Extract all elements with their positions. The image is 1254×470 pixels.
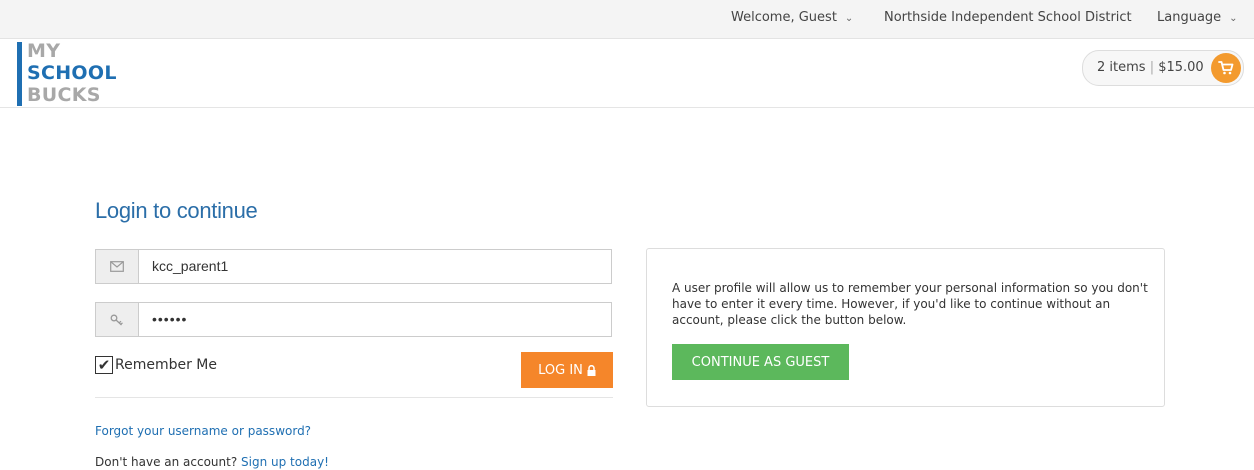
username-input[interactable]: kcc_parent1 xyxy=(152,258,228,274)
page-title: Login to continue xyxy=(95,198,258,223)
cart-separator: | xyxy=(1149,60,1155,75)
welcome-menu[interactable]: Welcome, Guest ⌄ xyxy=(731,10,853,25)
envelope-icon xyxy=(96,250,139,283)
forgot-credentials-link[interactable]: Forgot your username or password? xyxy=(95,424,311,438)
signup-link[interactable]: Sign up today! xyxy=(241,455,329,469)
logo-text-bucks: BUCKS xyxy=(27,84,101,106)
remember-checkbox[interactable]: ✔ xyxy=(95,356,113,374)
language-label: Language xyxy=(1157,10,1222,25)
username-field[interactable]: kcc_parent1 xyxy=(95,249,612,284)
guest-description: A user profile will allow us to remember… xyxy=(672,281,1148,327)
logo-text-my: MY xyxy=(27,40,61,62)
remember-label: Remember Me xyxy=(115,357,217,373)
password-field[interactable]: •••••• xyxy=(95,302,612,337)
key-icon xyxy=(96,303,139,336)
remember-me[interactable]: ✔ Remember Me xyxy=(95,356,217,374)
guest-panel: A user profile will allow us to remember… xyxy=(646,248,1165,407)
district-link[interactable]: Northside Independent School District xyxy=(884,10,1132,25)
login-button[interactable]: LOG IN xyxy=(521,352,613,388)
cart-total: $15.00 xyxy=(1158,60,1204,75)
chevron-down-icon: ⌄ xyxy=(1229,13,1238,24)
site-header xyxy=(0,39,1254,108)
chevron-down-icon: ⌄ xyxy=(844,13,854,24)
logo-text-school: SCHOOL xyxy=(27,62,117,84)
top-utility-bar: Welcome, Guest ⌄ Northside Independent Sc… xyxy=(0,0,1254,39)
cart-summary[interactable]: 2 items | $15.00 xyxy=(1082,50,1244,86)
no-account-text: Don't have an account? xyxy=(95,455,242,469)
cart-text: 2 items | $15.00 xyxy=(1097,60,1204,75)
continue-as-guest-button[interactable]: CONTINUE AS GUEST xyxy=(672,344,849,380)
shopping-cart-icon[interactable] xyxy=(1211,53,1241,83)
login-button-label: LOG IN xyxy=(538,362,583,378)
divider xyxy=(95,397,613,398)
logo[interactable]: MY SCHOOL BUCKS xyxy=(17,42,147,106)
language-menu[interactable]: Language ⌄ xyxy=(1157,10,1238,25)
cart-items: 2 items xyxy=(1097,60,1146,75)
logo-bar xyxy=(17,42,22,106)
password-input[interactable]: •••••• xyxy=(152,311,187,327)
lock-icon xyxy=(587,364,596,376)
welcome-label: Welcome, Guest xyxy=(731,10,837,25)
signup-prompt: Don't have an account? Sign up today! xyxy=(95,455,329,469)
